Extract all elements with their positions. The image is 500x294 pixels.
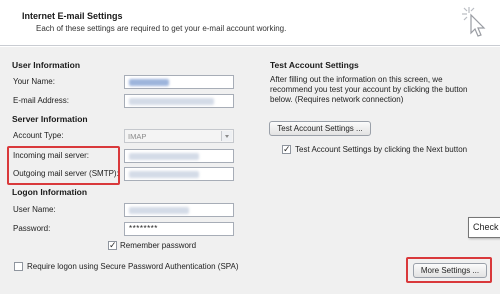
user-info-title: User Information [12,60,81,70]
account-type-label: Account Type: [13,131,64,140]
remember-password-checkbox[interactable]: ✓ [108,240,117,250]
checkmark-icon: ✓ [283,144,291,154]
cursor-click-icon [462,7,486,37]
your-name-field[interactable] [124,75,234,89]
more-settings-button[interactable]: More Settings ... [413,263,487,278]
header-title: Internet E-mail Settings [22,11,123,21]
remember-password-label: Remember password [120,241,197,250]
test-settings-description: After filling out the information on thi… [270,75,468,104]
spa-label: Require logon using Secure Password Auth… [27,262,239,271]
test-account-settings-button[interactable]: Test Account Settings ... [269,121,371,136]
tooltip-text: Check [473,222,499,232]
incoming-server-field[interactable] [124,149,234,163]
password-label: Password: [13,224,51,233]
tooltip: Check [468,217,500,238]
outgoing-server-field[interactable] [124,167,234,181]
auto-test-checkbox[interactable]: ✓ [282,144,291,154]
password-value: ******** [129,224,158,233]
outgoing-server-label: Outgoing mail server (SMTP): [13,169,119,178]
header-subtitle: Each of these settings are required to g… [36,24,287,33]
email-address-field[interactable] [124,94,234,108]
checkmark-icon: ✓ [109,240,117,250]
email-address-label: E-mail Address: [13,96,70,105]
logon-info-title: Logon Information [12,187,88,197]
test-settings-title: Test Account Settings [270,60,359,70]
dialog-header: Internet E-mail Settings Each of these s… [0,0,500,46]
password-field[interactable]: ******** [124,222,234,236]
account-type-select: IMAP [124,129,234,143]
chevron-down-icon [221,131,232,141]
server-info-title: Server Information [12,114,88,124]
auto-test-label: Test Account Settings by clicking the Ne… [295,145,468,154]
username-field[interactable] [124,203,234,217]
account-type-value: IMAP [128,132,147,141]
incoming-server-label: Incoming mail server: [13,151,90,160]
username-label: User Name: [13,205,56,214]
your-name-label: Your Name: [13,77,55,86]
spa-checkbox[interactable] [14,262,23,271]
